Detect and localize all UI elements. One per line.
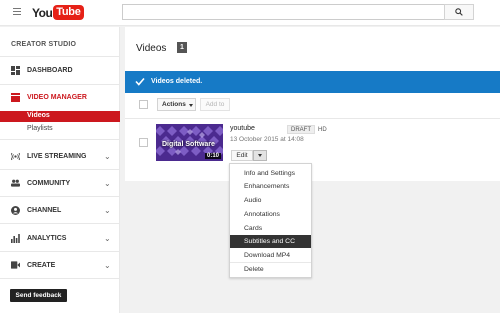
sidebar-subitem-label: Videos [27,112,50,119]
deleted-notice-bar: Videos deleted. [125,71,500,93]
actions-label: Actions [162,101,186,108]
video-count-badge: 1 [177,42,187,53]
video-thumbnail[interactable]: Digital Software 0:10 [156,124,223,161]
hamburger-menu-icon[interactable] [13,8,21,15]
sidebar-item-dashboard[interactable]: DASHBOARD [0,63,120,77]
video-date: 13 October 2015 at 14:08 [230,136,304,143]
sidebar-item-label: DASHBOARD [27,66,73,74]
edit-button[interactable]: Edit [231,150,253,161]
video-title-link[interactable]: youtube [230,125,255,132]
menu-item-cards[interactable]: Cards [230,222,311,235]
search-button[interactable] [444,4,474,20]
creator-studio-title: CREATOR STUDIO [11,41,77,48]
sidebar-subitem-playlists[interactable]: Playlists [0,124,120,135]
search-input[interactable] [122,4,444,20]
analytics-icon [11,233,20,243]
menu-item-subtitles-and-cc[interactable]: Subtitles and CC [230,235,311,248]
menu-item-annotations[interactable]: Annotations [230,208,311,221]
page-title: Videos [136,43,167,54]
draft-status-badge: DRAFT [287,125,315,134]
actions-button[interactable]: Actions [157,98,196,111]
live-streaming-icon [11,152,20,161]
sidebar-item-label: ANALYTICS [27,234,67,242]
thumbnail-caption: Digital Software [162,141,215,148]
chevron-down-icon: ⌄ [104,205,111,215]
menu-item-info-and-settings[interactable]: Info and Settings [230,167,311,180]
menu-item-delete[interactable]: Delete [230,263,311,276]
chevron-down-icon: ⌄ [104,178,111,188]
sidebar-subitem-videos[interactable]: Videos [0,111,120,122]
dashboard-icon [11,65,20,75]
video-manager-panel: Videos 1 Videos deleted. Actions Add to … [125,27,500,181]
notice-message: Videos deleted. [151,78,203,85]
sidebar-item-live-streaming[interactable]: LIVE STREAMING ⌄ [0,149,120,163]
checkmark-icon [135,77,145,88]
sidebar-divider [0,251,120,252]
sidebar-divider [0,139,120,140]
sidebar-item-label: CREATE [27,261,56,269]
sidebar-item-analytics[interactable]: ANALYTICS ⌄ [0,231,120,245]
sidebar-item-label: VIDEO MANAGER [27,93,87,101]
sidebar-item-label: LIVE STREAMING [27,152,87,160]
youtube-logo[interactable]: You Tube [32,5,84,20]
sidebar-divider [0,196,120,197]
search-icon [455,8,463,16]
sidebar-divider [0,169,120,170]
channel-icon [11,205,20,215]
menu-item-download-mp4[interactable]: Download MP4 [230,249,311,262]
sidebar-divider [0,84,120,85]
chevron-down-icon: ⌄ [104,260,111,270]
community-icon [11,179,20,188]
sidebar: CREATOR STUDIO DASHBOARD VIDEO MANAGER V… [0,27,120,313]
select-all-checkbox[interactable] [139,100,148,109]
menu-item-audio[interactable]: Audio [230,194,311,207]
caret-down-icon [258,154,262,157]
video-duration: 0:10 [204,153,221,159]
caret-down-icon [189,104,193,107]
sidebar-divider [0,278,120,279]
sidebar-subitem-label: Playlists [27,125,53,132]
sidebar-item-community[interactable]: COMMUNITY ⌄ [0,176,120,190]
sidebar-item-create[interactable]: CREATE ⌄ [0,258,120,272]
sidebar-item-video-manager[interactable]: VIDEO MANAGER [0,90,120,104]
hd-badge: HD [318,126,327,133]
top-bar: You Tube [0,0,500,26]
send-feedback-button[interactable]: Send feedback [10,289,67,302]
sidebar-divider [0,223,120,224]
sidebar-item-channel[interactable]: CHANNEL ⌄ [0,203,120,217]
chevron-down-icon: ⌄ [104,233,111,243]
sidebar-divider [0,56,120,57]
chevron-down-icon: ⌄ [104,151,111,161]
video-row-checkbox[interactable] [139,138,148,147]
row-divider [125,118,500,119]
edit-dropdown-menu: Info and Settings Enhancements Audio Ann… [229,163,312,278]
menu-item-enhancements[interactable]: Enhancements [230,180,311,193]
add-to-button[interactable]: Add to [200,98,230,111]
logo-tube-text: Tube [53,5,84,20]
logo-you-text: You [32,5,53,20]
create-icon [11,261,20,270]
video-manager-icon [11,92,20,102]
edit-dropdown-toggle[interactable] [253,150,267,161]
sidebar-item-label: CHANNEL [27,206,62,214]
sidebar-item-label: COMMUNITY [27,179,71,187]
